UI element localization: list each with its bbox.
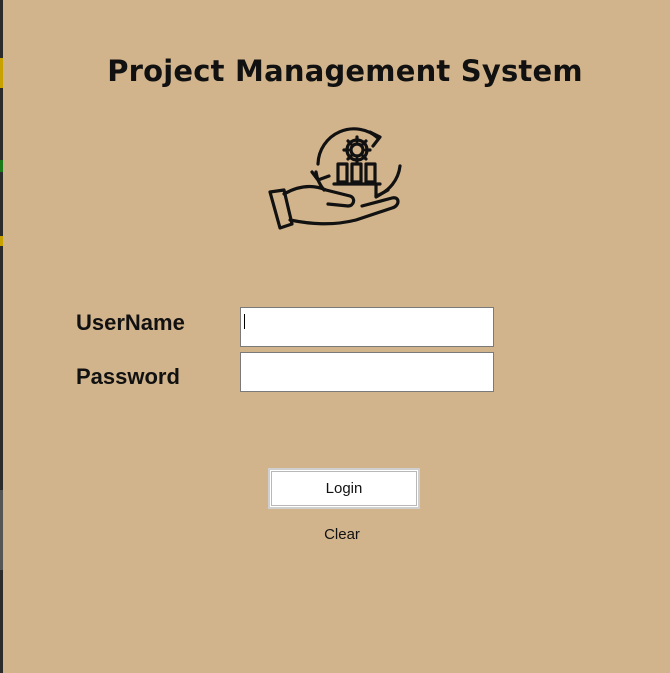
password-input[interactable] [240,352,494,392]
text-caret [244,314,245,329]
login-window: Project Management System UserName Passw… [0,0,670,673]
app-title: Project Management System [107,54,583,88]
login-button[interactable]: Login [268,468,420,509]
project-management-icon [268,127,402,230]
clear-link[interactable]: Clear [0,526,670,543]
username-label: UserName [76,310,185,335]
username-input[interactable] [240,307,494,347]
window-left-edge [0,0,3,673]
password-label: Password [76,364,180,389]
